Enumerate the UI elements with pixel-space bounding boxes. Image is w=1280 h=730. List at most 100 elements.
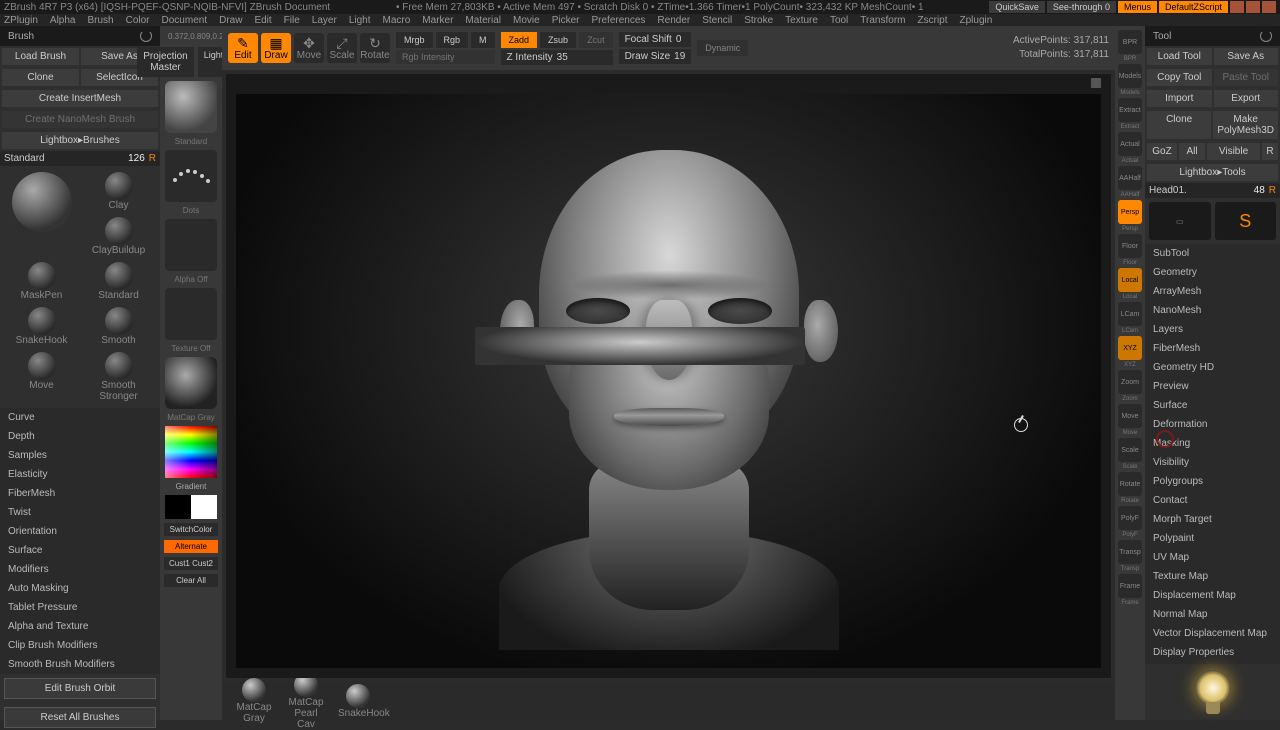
reset-brushes-button[interactable]: Reset All Brushes xyxy=(4,707,156,728)
menu-layer[interactable]: Layer xyxy=(312,15,337,26)
menu-document[interactable]: Document xyxy=(162,15,208,26)
thumb-snakehook[interactable]: SnakeHook xyxy=(338,684,378,719)
menu-zscript[interactable]: Zscript xyxy=(918,15,948,26)
clone-tool-button[interactable]: Clone xyxy=(1147,111,1211,139)
mrgb-button[interactable]: Mrgb xyxy=(396,32,433,48)
section-twist[interactable]: Twist xyxy=(0,503,160,522)
scale-tool-button[interactable]: ⤢Scale xyxy=(327,33,357,63)
switchcolor-button[interactable]: SwitchColor xyxy=(164,523,218,536)
rgb-intensity-slider[interactable]: Rgb Intensity xyxy=(396,50,495,64)
swatch-white[interactable] xyxy=(191,495,217,519)
stroke-preview[interactable] xyxy=(165,150,217,202)
minimize-icon[interactable] xyxy=(1230,1,1244,13)
menu-tool[interactable]: Tool xyxy=(830,15,848,26)
menu-color[interactable]: Color xyxy=(126,15,150,26)
section-smooth-brush-modifiers[interactable]: Smooth Brush Modifiers xyxy=(0,655,160,674)
maximize-icon[interactable] xyxy=(1246,1,1260,13)
tool-section-contact[interactable]: Contact xyxy=(1145,491,1280,510)
tool-section-geometry[interactable]: Geometry xyxy=(1145,263,1280,282)
tool-section-displacement-map[interactable]: Displacement Map xyxy=(1145,586,1280,605)
copy-tool-button[interactable]: Copy Tool xyxy=(1147,69,1212,86)
section-alpha-and-texture[interactable]: Alpha and Texture xyxy=(0,617,160,636)
goz-button[interactable]: GoZ xyxy=(1147,143,1177,160)
view-frame-button[interactable]: Frame xyxy=(1118,574,1142,598)
draw-tool-button[interactable]: ▦Draw xyxy=(261,33,291,63)
default-zscript-button[interactable]: DefaultZScript xyxy=(1159,1,1228,13)
export-button[interactable]: Export xyxy=(1214,90,1279,107)
lightbox-brushes-button[interactable]: Lightbox▸Brushes xyxy=(2,132,158,149)
section-surface[interactable]: Surface xyxy=(0,541,160,560)
save-tool-button[interactable]: Save As xyxy=(1214,48,1279,65)
brush-snakehook[interactable]: SnakeHook xyxy=(6,307,77,346)
rgb-button[interactable]: Rgb xyxy=(436,32,469,48)
tool-section-arraymesh[interactable]: ArrayMesh xyxy=(1145,282,1280,301)
tool-section-polygroups[interactable]: Polygroups xyxy=(1145,472,1280,491)
tool-section-visibility[interactable]: Visibility xyxy=(1145,453,1280,472)
view-transp-button[interactable]: Transp xyxy=(1118,540,1142,564)
color-picker[interactable] xyxy=(165,426,217,478)
z-intensity-slider[interactable]: Z Intensity35 xyxy=(501,50,613,65)
paste-tool-button[interactable]: Paste Tool xyxy=(1214,69,1279,86)
section-samples[interactable]: Samples xyxy=(0,446,160,465)
view-floor-button[interactable]: Floor xyxy=(1118,234,1142,258)
brush-move[interactable]: Move xyxy=(6,352,77,402)
tool-section-nanomesh[interactable]: NanoMesh xyxy=(1145,301,1280,320)
menus-button[interactable]: Menus xyxy=(1118,1,1157,13)
seethrough-slider[interactable]: See-through 0 xyxy=(1047,1,1116,13)
section-modifiers[interactable]: Modifiers xyxy=(0,560,160,579)
tool-section-normal-map[interactable]: Normal Map xyxy=(1145,605,1280,624)
menu-file[interactable]: File xyxy=(284,15,300,26)
tool-section-fibermesh[interactable]: FiberMesh xyxy=(1145,339,1280,358)
quicksave-button[interactable]: QuickSave xyxy=(989,1,1045,13)
move-tool-button[interactable]: ✥Move xyxy=(294,33,324,63)
refresh-icon[interactable] xyxy=(1260,30,1272,42)
menu-transform[interactable]: Transform xyxy=(860,15,905,26)
zadd-button[interactable]: Zadd xyxy=(501,32,538,48)
load-tool-button[interactable]: Load Tool xyxy=(1147,48,1212,65)
view-rotate-button[interactable]: Rotate xyxy=(1118,472,1142,496)
refresh-icon[interactable] xyxy=(140,30,152,42)
menu-light[interactable]: Light xyxy=(349,15,371,26)
brush-main[interactable] xyxy=(6,172,77,256)
goz-visible-button[interactable]: Visible xyxy=(1207,143,1260,160)
tool-thumb-cylinder[interactable]: ▭ xyxy=(1149,202,1211,240)
create-nanomesh-button[interactable]: Create NanoMesh Brush xyxy=(2,111,158,128)
menu-preferences[interactable]: Preferences xyxy=(591,15,645,26)
menu-material[interactable]: Material xyxy=(465,15,501,26)
edit-brush-orbit-button[interactable]: Edit Brush Orbit xyxy=(4,678,156,699)
brush-claybuildup[interactable]: ClayBuildup xyxy=(83,217,154,256)
make-polymesh-button[interactable]: Make PolyMesh3D xyxy=(1213,111,1278,139)
load-brush-button[interactable]: Load Brush xyxy=(2,48,79,65)
menu-zplugin[interactable]: Zplugin xyxy=(960,15,993,26)
brush-maskpen[interactable]: MaskPen xyxy=(6,262,77,301)
menu-macro[interactable]: Macro xyxy=(383,15,411,26)
brush-panel-title[interactable]: Brush xyxy=(0,26,160,46)
section-curve[interactable]: Curve xyxy=(0,408,160,427)
tool-section-uv-map[interactable]: UV Map xyxy=(1145,548,1280,567)
menu-stroke[interactable]: Stroke xyxy=(744,15,773,26)
clone-brush-button[interactable]: Clone xyxy=(2,69,79,86)
view-models-button[interactable]: Models xyxy=(1118,64,1142,88)
view-lcam-button[interactable]: LCam xyxy=(1118,302,1142,326)
lightbox-tools-button[interactable]: Lightbox▸Tools xyxy=(1147,164,1278,181)
tool-section-display-properties[interactable]: Display Properties xyxy=(1145,643,1280,662)
rotate-tool-button[interactable]: ↻Rotate xyxy=(360,33,390,63)
tool-section-vector-displacement-map[interactable]: Vector Displacement Map xyxy=(1145,624,1280,643)
menu-marker[interactable]: Marker xyxy=(422,15,453,26)
import-button[interactable]: Import xyxy=(1147,90,1212,107)
viewport[interactable] xyxy=(236,94,1101,668)
projection-master-button[interactable]: ProjectionMaster xyxy=(137,47,193,77)
tool-section-polypaint[interactable]: Polypaint xyxy=(1145,529,1280,548)
menu-render[interactable]: Render xyxy=(657,15,690,26)
view-bpr-button[interactable]: BPR xyxy=(1118,30,1142,54)
swatch-black[interactable] xyxy=(165,495,191,519)
view-extract-button[interactable]: Extract xyxy=(1118,98,1142,122)
goz-r-button[interactable]: R xyxy=(1262,143,1278,160)
tool-section-morph-target[interactable]: Morph Target xyxy=(1145,510,1280,529)
alternate-button[interactable]: Alternate xyxy=(164,540,218,553)
view-zoom-button[interactable]: Zoom xyxy=(1118,370,1142,394)
section-depth[interactable]: Depth xyxy=(0,427,160,446)
brush-standard[interactable]: Standard xyxy=(83,262,154,301)
clear-all-button[interactable]: Clear All xyxy=(164,574,218,587)
menu-texture[interactable]: Texture xyxy=(785,15,818,26)
